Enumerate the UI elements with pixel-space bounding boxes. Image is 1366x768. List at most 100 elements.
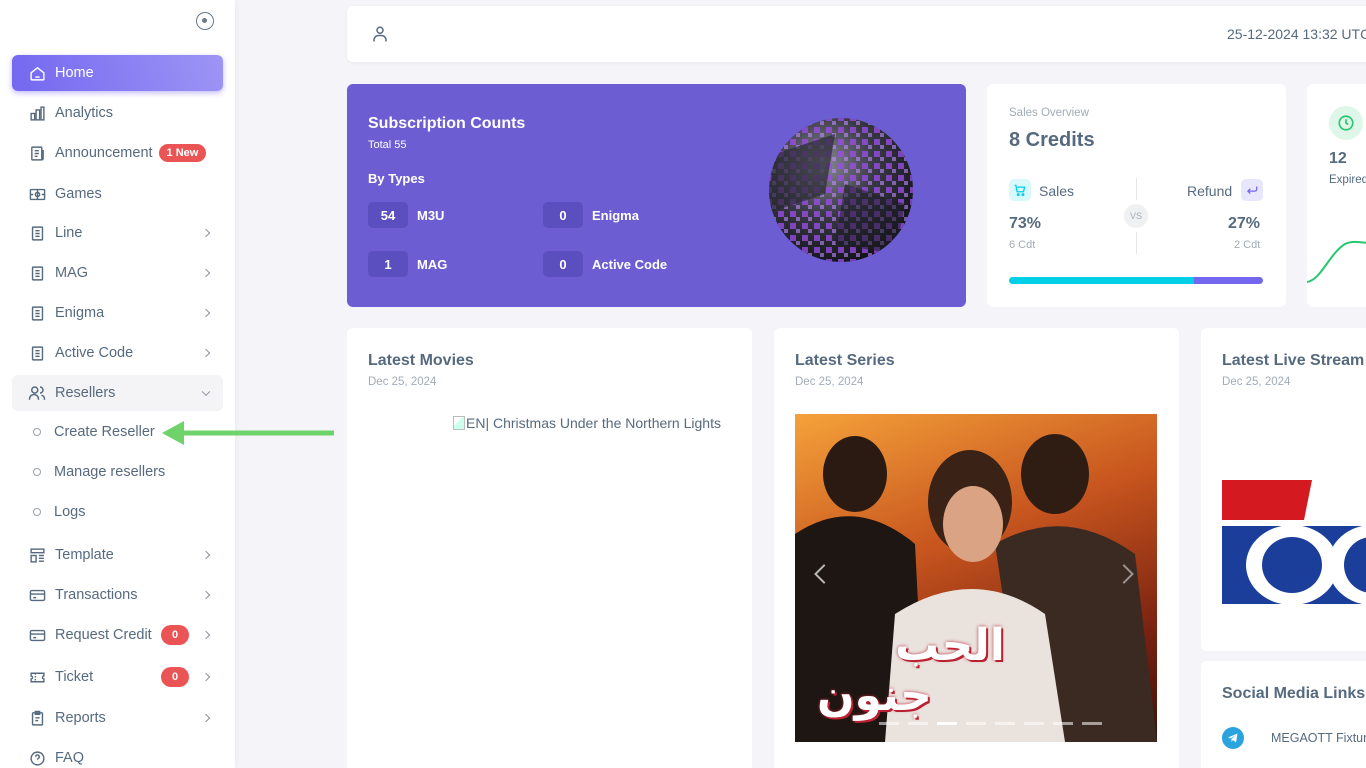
sidebar-item-ticket[interactable]: Ticket 0: [12, 659, 223, 695]
card-date: Dec 25, 2024: [1222, 376, 1291, 388]
stat-enigma: 0 Enigma: [543, 202, 639, 228]
movie-image-placeholder[interactable]: EN| Christmas Under the Northern Lights: [453, 415, 721, 431]
template-icon: [28, 546, 46, 564]
carousel-dot[interactable]: [995, 722, 1015, 725]
card-title: Subscription Counts: [368, 115, 526, 132]
carousel-dot-active[interactable]: [937, 722, 957, 725]
sidebar-item-label: Enigma: [55, 305, 105, 321]
carousel-dot[interactable]: [879, 722, 899, 725]
series-poster-carousel[interactable]: الحب جنون: [795, 414, 1157, 742]
chevron-right-icon: [201, 672, 211, 682]
sidebar-item-games[interactable]: Games: [12, 176, 223, 212]
latest-live-stream-card: Latest Live Stream Dec 25, 2024: [1201, 328, 1366, 651]
divider: [1136, 178, 1137, 200]
chevron-right-icon: [201, 308, 211, 318]
sphere-illustration: [769, 118, 913, 262]
refund-percent: 27%: [1228, 215, 1261, 232]
chevron-down-icon: [201, 387, 211, 397]
document-icon: [28, 224, 46, 242]
poster-title-line1: الحب: [895, 620, 1005, 671]
stat-value: 0: [543, 251, 583, 277]
sidebar-item-label: MAG: [55, 265, 89, 281]
stat-label: Active Code: [592, 256, 668, 272]
chevron-right-icon: [201, 228, 211, 238]
top-navbar: 25-12-2024 13:32 UTC: [347, 6, 1366, 62]
carousel-dot[interactable]: [1024, 722, 1044, 725]
annotation-arrow: [162, 421, 334, 445]
news-icon: [28, 144, 46, 162]
card-title: Latest Movies: [368, 352, 474, 369]
sidebar-item-mag[interactable]: MAG: [12, 255, 223, 291]
sidebar-item-template[interactable]: Template: [12, 537, 223, 573]
sidebar-item-label: Request Credit: [55, 627, 152, 643]
sidebar-item-faq[interactable]: FAQ: [12, 740, 223, 768]
sidebar-subitem-label: Manage resellers: [54, 464, 166, 480]
sidebar-item-label: Template: [55, 547, 114, 563]
stat-value: 54: [368, 202, 408, 228]
sidebar-item-label: Line: [55, 225, 83, 241]
social-link-telegram[interactable]: MEGAOTT Fixtures: [1222, 727, 1366, 749]
vs-badge: VS: [1124, 204, 1148, 228]
sidebar-item-enigma[interactable]: Enigma: [12, 295, 223, 331]
carousel-dot[interactable]: [1053, 722, 1073, 725]
sidebar-item-announcement[interactable]: Announcement 1 New: [12, 135, 223, 171]
stat-label: M3U: [417, 207, 445, 223]
sidebar-item-home[interactable]: Home: [12, 55, 223, 91]
by-types-heading: By Types: [368, 171, 425, 186]
sidebar-item-analytics[interactable]: Analytics: [12, 95, 223, 131]
expired-label: Expired: [1329, 174, 1366, 186]
sidebar-item-label: Analytics: [55, 105, 114, 121]
sidebar-item-label: Active Code: [55, 345, 134, 361]
sidebar-subitem-logs[interactable]: Logs: [12, 496, 223, 528]
carousel-dot[interactable]: [1082, 722, 1102, 725]
sidebar-item-label: Home: [55, 65, 94, 81]
sidebar-item-request-credit[interactable]: Request Credit 0: [12, 617, 223, 653]
stat-active-code: 0 Active Code: [543, 251, 667, 277]
sales-percent: 73%: [1009, 215, 1042, 232]
image-alt-text: EN| Christmas Under the Northern Lights: [466, 415, 721, 431]
help-circle-icon: [28, 749, 46, 767]
bar-chart-icon: [28, 104, 46, 122]
sparkline: [1307, 240, 1366, 283]
carousel-dot[interactable]: [966, 722, 986, 725]
sidebar-item-line[interactable]: Line: [12, 215, 223, 251]
card-label: Sales Overview: [1009, 107, 1089, 119]
stat-mag: 1 MAG: [368, 251, 447, 277]
chevron-right-icon: [201, 590, 211, 600]
divider: [1136, 232, 1137, 254]
undo-icon: [1241, 179, 1263, 201]
social-link-label: MEGAOTT Fixtures: [1271, 731, 1366, 745]
latest-movies-card: Latest Movies Dec 25, 2024 EN| Christmas…: [347, 328, 752, 768]
refund-progress-fill: [1194, 277, 1263, 284]
poster-title-line2: جنون: [817, 670, 932, 721]
bullet-icon: [33, 428, 41, 436]
credits-value: 8 Credits: [1009, 129, 1095, 151]
chevron-right-icon: [201, 713, 211, 723]
stat-label: MAG: [417, 256, 448, 272]
document-icon: [28, 344, 46, 362]
sidebar-item-resellers[interactable]: Resellers: [12, 375, 223, 411]
sales-overview-card: Sales Overview 8 Credits Sales Refund VS…: [987, 84, 1286, 307]
card-title: Latest Live Stream: [1222, 352, 1365, 369]
sidebar-subitem-manage-resellers[interactable]: Manage resellers: [12, 456, 223, 488]
sidebar-subitem-label: Logs: [54, 504, 86, 520]
sidebar-item-label: Ticket: [55, 669, 94, 685]
new-badge: 1 New: [158, 144, 207, 162]
user-icon[interactable]: [371, 24, 389, 49]
sidebar-item-active-code[interactable]: Active Code: [12, 335, 223, 371]
stat-label: Enigma: [592, 207, 639, 223]
cart-icon: [1009, 179, 1031, 201]
sidebar-item-transactions[interactable]: Transactions: [12, 577, 223, 613]
card-date: Dec 25, 2024: [795, 376, 864, 388]
bullet-icon: [33, 468, 41, 476]
document-icon: [28, 264, 46, 282]
sidebar-item-reports[interactable]: Reports: [12, 700, 223, 736]
sidebar: Home Analytics Announcement 1 New Games …: [0, 0, 235, 768]
sidebar-toggle-icon[interactable]: [196, 12, 214, 30]
refund-label: Refund: [1187, 183, 1233, 199]
social-media-card: Social Media Links MEGAOTT Fixtures: [1201, 661, 1366, 768]
stat-m3u: 54 M3U: [368, 202, 444, 228]
sales-label: Sales: [1039, 183, 1075, 199]
carousel-dot[interactable]: [908, 722, 928, 725]
count-badge: 0: [161, 625, 189, 645]
